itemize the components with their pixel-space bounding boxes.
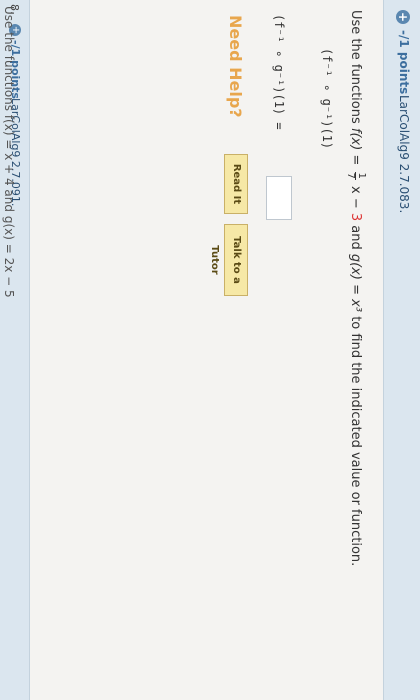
f-definition-rest: x − — [348, 186, 363, 209]
f-definition-name: f(x) = — [348, 127, 363, 166]
fraction: 1 7 — [345, 171, 367, 180]
prompt-start: Use the functions — [348, 10, 363, 124]
problem-panel: + -/1 points LarColAlg9 2.7.083. Use the… — [0, 0, 420, 700]
talk-to-tutor-button[interactable]: Talk to a Tutor — [209, 224, 248, 296]
answer-input[interactable] — [266, 176, 292, 220]
and-text: and — [348, 225, 363, 250]
answer-label: (f⁻¹ ∘ g⁻¹)(1) = — [272, 14, 286, 130]
fraction-denominator: 7 — [345, 172, 356, 179]
plus-icon[interactable]: + — [396, 10, 410, 24]
question-header: + -/1 points LarColAlg9 2.7.083. — [383, 0, 420, 700]
need-help-label: Need Help? — [226, 15, 245, 118]
question-prompt: Use the functions f(x) = 1 7 x − 3 and g… — [345, 10, 367, 567]
composition-expression: (f⁻¹ ∘ g⁻¹)(1) — [320, 48, 334, 150]
next-question-prompt: Use the functions f(x) = x + 4 and g(x) … — [2, 6, 16, 298]
question-source: LarColAlg9 2.7.083. — [397, 95, 411, 214]
f-constant: 3 — [348, 212, 363, 222]
fraction-numerator: 1 — [355, 171, 367, 180]
read-it-button[interactable]: Read It — [224, 154, 248, 214]
g-definition: g(x) = x³ — [348, 253, 363, 313]
prompt-end: to find the indicated value or function. — [348, 316, 363, 567]
question-points: -/1 points — [397, 30, 411, 95]
